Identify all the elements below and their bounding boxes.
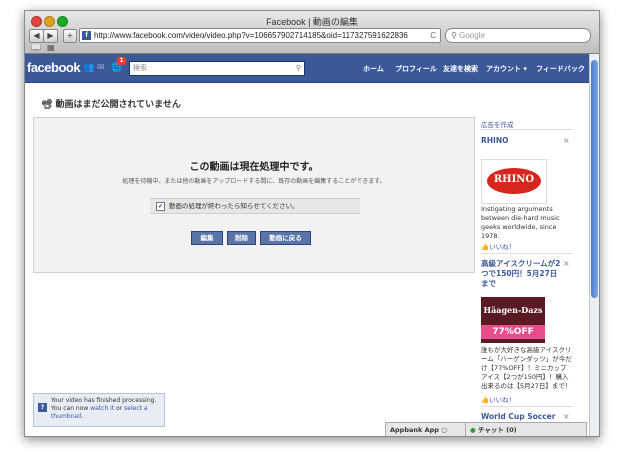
- back-to-video-button[interactable]: 動画に戻る: [260, 231, 311, 245]
- notify-checkbox[interactable]: ✔: [156, 201, 165, 211]
- page-scrollbar[interactable]: [589, 54, 599, 436]
- divider: [481, 253, 573, 254]
- appbank-app-tab[interactable]: Appbank App ○: [385, 422, 467, 436]
- page-heading: 📽 動画はまだ公開されていません: [41, 97, 181, 110]
- notice-text: Your video has finished processing. You …: [51, 397, 161, 421]
- video-icon: 📽: [41, 100, 53, 110]
- top-sites-icon[interactable]: ▦: [47, 44, 55, 52]
- window-title: Facebook | 動画の編集: [266, 17, 358, 27]
- ad-text-rhino: Instigating arguments between die-hard m…: [481, 205, 560, 240]
- like-label: いいね！: [489, 243, 516, 251]
- ad-like-rhino[interactable]: 👍いいね！: [481, 241, 515, 251]
- browser-window: Facebook | 動画の編集 ◀ ▶ + f http://www.faceb…: [24, 10, 600, 437]
- notify-row: ✔ 動画の処理が終わったら知らせてください。: [150, 198, 360, 214]
- title-bar: Facebook | 動画の編集 ◀ ▶ + f http://www.faceb…: [25, 11, 599, 54]
- chat-icon: ●: [470, 426, 476, 434]
- chat-bar: Appbank App ○ ● チャット (0): [385, 418, 589, 436]
- thumbs-up-icon: 👍: [481, 396, 490, 404]
- ad-title-haagen[interactable]: 高級アイスクリームが2つで150円！5月27日まで: [481, 259, 563, 289]
- ads-sidebar: 広告を作成 RHINO × RHINO Instigating argument…: [477, 117, 577, 436]
- nav-home[interactable]: ホーム: [363, 64, 384, 74]
- chat-label: チャット (0): [477, 426, 517, 434]
- thumbs-up-icon: 👍: [481, 243, 490, 251]
- notice-text-end: .: [81, 413, 84, 420]
- edit-button[interactable]: 編集: [191, 231, 223, 245]
- ad-title-rhino[interactable]: RHINO: [481, 136, 509, 146]
- haagen-ad-image[interactable]: Häagen-Dazs 77%OFF: [481, 297, 545, 343]
- page-content: 📽 動画はまだ公開されていません この動画は現在処理中です。 処理を待機中、または…: [25, 83, 589, 436]
- haagen-logo-text: Häagen-Dazs: [483, 305, 543, 315]
- scrollbar-thumb[interactable]: [591, 60, 598, 298]
- delete-button[interactable]: 削除: [227, 231, 256, 245]
- nav-feedback[interactable]: フィードバック: [536, 64, 585, 74]
- create-ad-link[interactable]: 広告を作成: [481, 119, 514, 129]
- ad-close-button[interactable]: ×: [563, 259, 570, 268]
- magnifier-icon[interactable]: ⚲: [296, 62, 301, 75]
- bookmarks-icon[interactable]: 📖: [31, 44, 41, 52]
- facebook-search-placeholder: 検索: [133, 64, 147, 72]
- divider: [481, 129, 573, 130]
- facebook-search-input[interactable]: 検索 ⚲: [129, 61, 305, 76]
- ad-text-haagen: 誰もが大好きな高級アイスクリーム「ハーゲンダッツ」が今だけ【77%OFF】！ミニ…: [481, 346, 572, 390]
- page-heading-text: 動画はまだ公開されていません: [55, 100, 181, 110]
- url-text: http://www.facebook.com/video/video.php?…: [94, 31, 408, 40]
- divider: [481, 406, 573, 407]
- nav-profile[interactable]: プロフィール: [395, 64, 437, 74]
- favicon-icon: f: [82, 31, 91, 41]
- info-icon: ?: [38, 403, 47, 412]
- rhino-logo-text: RHINO: [493, 174, 535, 185]
- url-bar[interactable]: f http://www.facebook.com/video/video.php…: [79, 28, 441, 43]
- reload-icon[interactable]: C: [430, 29, 436, 42]
- back-button[interactable]: ◀: [29, 29, 44, 43]
- nav-find-friends[interactable]: 友達を検索: [443, 64, 478, 74]
- messages-icon[interactable]: ✉: [97, 63, 107, 73]
- like-label: いいね！: [489, 396, 516, 404]
- notification-badge: 1: [117, 57, 126, 65]
- watch-link[interactable]: watch it: [90, 405, 114, 412]
- search-icon: ⚲: [451, 31, 457, 40]
- browser-search-placeholder: Google: [459, 31, 485, 40]
- notify-checkbox-label[interactable]: 動画の処理が終わったら知らせてください。: [169, 202, 299, 210]
- processing-subtitle: 処理を待機中、または他の動画をアップロードする間に、既存の動画を編集することがで…: [122, 178, 386, 185]
- friend-requests-icon[interactable]: 👥: [83, 63, 94, 73]
- forward-button[interactable]: ▶: [43, 29, 58, 43]
- discount-badge: 77%OFF: [481, 325, 545, 339]
- chat-tab[interactable]: ● チャット (0): [465, 422, 587, 436]
- nav-account[interactable]: アカウント ▾: [486, 64, 527, 74]
- facebook-header: facebook 👥 ✉ 🌐 1 検索 ⚲ ホーム プロフィール 友達を検索 ア…: [25, 54, 589, 83]
- ad-close-button[interactable]: ×: [563, 136, 570, 145]
- rhino-ad-image[interactable]: RHINO: [481, 159, 547, 204]
- processing-panel: この動画は現在処理中です。 処理を待機中、または他の動画をアップロードする間に、…: [33, 117, 475, 273]
- add-bookmark-button[interactable]: +: [63, 29, 77, 43]
- processing-notice: ? Your video has finished processing. Yo…: [33, 393, 165, 427]
- ad-like-haagen[interactable]: 👍いいね！: [481, 394, 515, 404]
- browser-search-field[interactable]: ⚲ Google: [445, 28, 591, 43]
- facebook-logo[interactable]: facebook: [27, 60, 81, 75]
- processing-title: この動画は現在処理中です。: [189, 162, 319, 173]
- notice-text-or: or: [114, 405, 125, 412]
